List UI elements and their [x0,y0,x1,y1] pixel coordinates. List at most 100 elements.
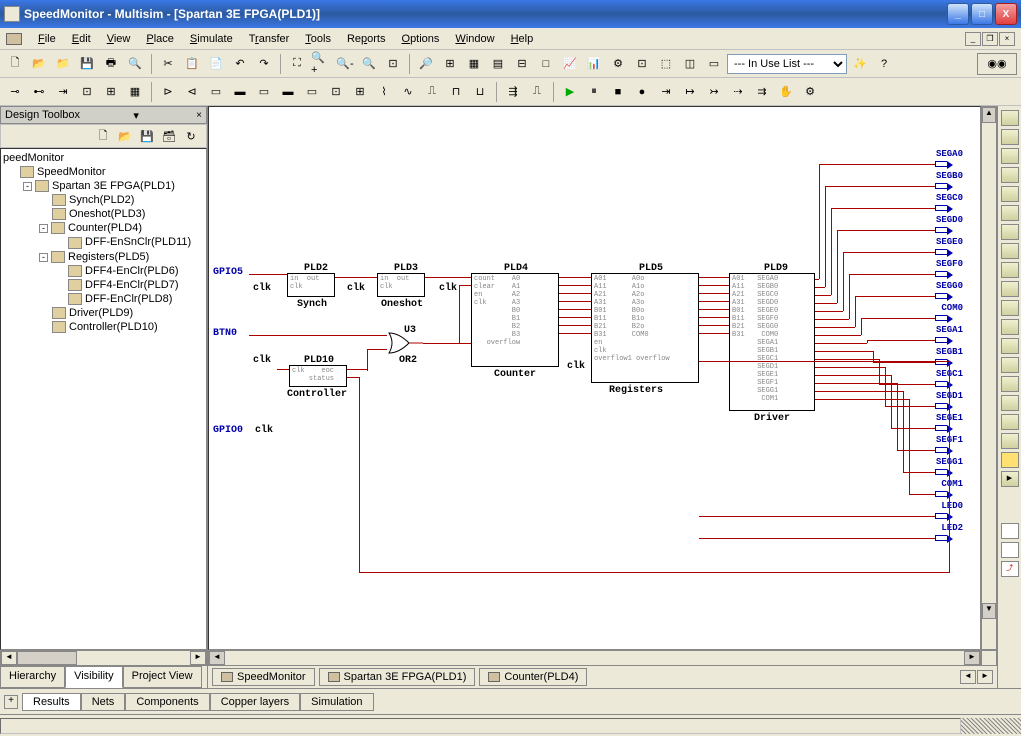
post-icon[interactable]: 📊 [583,53,605,75]
wand-icon[interactable]: ✨ [849,53,871,75]
sig2-icon[interactable]: ∿ [397,81,419,103]
instr-scope-icon[interactable] [1001,167,1019,183]
block-oneshot[interactable]: in out clk [377,273,425,297]
instr-distortion-icon[interactable] [1001,319,1019,335]
chip5-icon[interactable]: ▭ [301,81,323,103]
preview-icon[interactable]: 🔍 [124,53,146,75]
canvas-vscroll[interactable]: ▲ ▼ [981,106,997,650]
menu-view[interactable]: View [99,31,139,47]
tree-item[interactable]: -Counter(PLD4) [3,221,204,235]
tb-refresh-icon[interactable]: ↻ [182,127,200,145]
print-icon[interactable]: 🖶 [100,53,122,75]
tree-item[interactable]: DFF4-EnClr(PLD6) [3,264,204,278]
schematic-canvas[interactable]: GPIO5 clk BTN0 clk GPIO0 clk PLD2 in out… [208,106,981,650]
sig3-icon[interactable]: ⎍ [421,81,443,103]
save-icon[interactable]: 💾 [76,53,98,75]
chip4-icon[interactable]: ▬ [277,81,299,103]
bus2-icon[interactable]: ⎍ [526,81,548,103]
instr-tek-icon[interactable] [1001,433,1019,449]
misc3-icon[interactable]: ◫ [679,53,701,75]
menu-options[interactable]: Options [394,31,448,47]
record-icon[interactable]: ● [631,81,653,103]
tab-project-view[interactable]: Project View [123,666,202,688]
open-icon[interactable]: 📂 [28,53,50,75]
instr-iv-icon[interactable] [1001,300,1019,316]
comp3-icon[interactable]: ▦ [124,81,146,103]
tree-item[interactable]: Controller(PLD10) [3,320,204,334]
instr-agilent3-icon[interactable] [1001,414,1019,430]
block-registers[interactable]: A01 A0o A11 A1o A21 A2o A31 A3o B01 B0o … [591,273,699,383]
sheet-icon[interactable]: □ [535,53,557,75]
tree-root[interactable]: peedMonitor [3,151,204,165]
menu-simulate[interactable]: Simulate [182,31,241,47]
diode3-icon[interactable]: ⇥ [52,81,74,103]
block-driver[interactable]: A01 SEGA0 A11 SEGB0 A21 SEGC0 A31 SEGD0 … [729,273,815,411]
zoom-out-icon[interactable]: 🔍- [334,53,356,75]
step4-icon[interactable]: ⇢ [727,81,749,103]
copy-icon[interactable]: 📋 [181,53,203,75]
switch-icon[interactable]: ◉◉ [977,53,1017,75]
tree-item[interactable]: Driver(PLD9) [3,306,204,320]
tab-hierarchy[interactable]: Hierarchy [0,666,65,688]
instr-network-icon[interactable] [1001,357,1019,373]
maximize-button[interactable]: □ [971,3,993,25]
zoom-area-icon[interactable]: 🔍 [358,53,380,75]
tree-item[interactable]: DFF-EnClr(PLD8) [3,292,204,306]
misc4-icon[interactable]: ▭ [703,53,725,75]
bottab-results[interactable]: Results [22,693,81,711]
doc-tab-counter[interactable]: Counter(PLD4) [479,668,587,686]
close-button[interactable]: X [995,3,1017,25]
tree-item[interactable]: -Spartan 3E FPGA(PLD1) [3,179,204,193]
instr-multimeter-icon[interactable] [1001,110,1019,126]
block-controller[interactable]: clk eoc status [289,365,347,387]
canvas-hscroll[interactable]: ◄ ► [208,650,981,666]
instr-bode-icon[interactable] [1001,205,1019,221]
or-gate-icon[interactable] [387,331,425,355]
gate1-icon[interactable]: ⊳ [157,81,179,103]
instr-logicconv-icon[interactable] [1001,281,1019,297]
sig5-icon[interactable]: ⊔ [469,81,491,103]
instr-funcgen-icon[interactable] [1001,129,1019,145]
inuse-combo[interactable]: --- In Use List --- [727,54,847,74]
sig1-icon[interactable]: ⌇ [373,81,395,103]
instr-current-icon[interactable]: ⤴ [1001,561,1019,577]
chip6-icon[interactable]: ⊡ [325,81,347,103]
misc2-icon[interactable]: ⬚ [655,53,677,75]
zoom-in-icon[interactable]: 🔍+ [310,53,332,75]
menu-file[interactable]: File [30,31,64,47]
play-icon[interactable]: ▶ [559,81,581,103]
cut-icon[interactable]: ✂ [157,53,179,75]
mdi-restore[interactable]: ❐ [982,32,998,46]
graph-icon[interactable]: 📈 [559,53,581,75]
instr-lv-icon[interactable] [1001,452,1019,468]
tree-item[interactable]: SpeedMonitor [3,165,204,179]
instr-spectrum-icon[interactable] [1001,338,1019,354]
redo-icon[interactable]: ↷ [253,53,275,75]
sig4-icon[interactable]: ⊓ [445,81,467,103]
minimize-button[interactable]: _ [947,3,969,25]
menu-help[interactable]: Help [503,31,542,47]
bottab-components[interactable]: Components [125,693,209,711]
bottab-simulation[interactable]: Simulation [300,693,373,711]
chip2-icon[interactable]: ▬ [229,81,251,103]
grid3-icon[interactable]: ▤ [487,53,509,75]
instr-probe-icon[interactable]: ▶ [1001,471,1019,487]
chip1-icon[interactable]: ▭ [205,81,227,103]
instr-wattmeter-icon[interactable] [1001,148,1019,164]
panel-close-icon[interactable]: × [196,110,202,121]
grid2-icon[interactable]: ▦ [463,53,485,75]
menu-reports[interactable]: Reports [339,31,394,47]
instr-logic-icon[interactable] [1001,262,1019,278]
diode2-icon[interactable]: ⊷ [28,81,50,103]
pause-icon[interactable]: ⏸ [583,81,605,103]
tree-item[interactable]: Synch(PLD2) [3,193,204,207]
step5-icon[interactable]: ⇉ [751,81,773,103]
grid1-icon[interactable]: ⊞ [439,53,461,75]
instr-4ch-icon[interactable] [1001,186,1019,202]
instr-agilent1-icon[interactable] [1001,376,1019,392]
new-icon[interactable]: 🗋 [4,53,26,75]
design-tree[interactable]: peedMonitor SpeedMonitor-Spartan 3E FPGA… [0,148,207,650]
tree-item[interactable]: -Registers(PLD5) [3,250,204,264]
instr-agilent2-icon[interactable] [1001,395,1019,411]
step1-icon[interactable]: ⇥ [655,81,677,103]
